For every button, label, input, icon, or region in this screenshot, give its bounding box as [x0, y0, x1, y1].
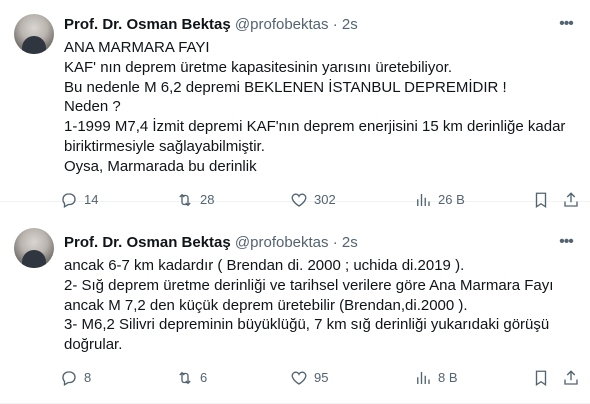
tweet-line: biriktirmesiyle sağlayabilmiştir.	[64, 137, 265, 155]
tweet-header: Prof. Dr. Osman Bektaş @profobektas · 2s	[64, 233, 550, 253]
bookmark-button[interactable]	[532, 368, 550, 388]
like-button[interactable]: 95	[290, 368, 328, 388]
tweet-line: Bu nedenle M 6,2 depremi BEKLENEN İSTANB…	[64, 78, 507, 96]
separator-dot: ·	[332, 234, 338, 251]
author-name[interactable]: Prof. Dr. Osman Bektaş	[64, 16, 231, 33]
tweet-2[interactable]: Prof. Dr. Osman Bektaş @profobektas · 2s…	[0, 202, 590, 404]
separator-dot: ·	[332, 16, 338, 33]
avatar[interactable]	[14, 14, 54, 54]
tweet-line: ancak M 7,2 den küçük deprem üretebilir …	[64, 296, 468, 314]
tweet-line: 3- M6,2 Silivri depreminin büyüklüğü, 7 …	[64, 316, 550, 334]
tweet-1[interactable]: Prof. Dr. Osman Bektaş @profobektas · 2s…	[0, 0, 590, 209]
retweet-icon	[179, 371, 191, 385]
share-icon	[564, 370, 578, 385]
heart-icon	[291, 371, 307, 385]
tweet-line: Oysa, Marmarada bu derinlik	[64, 157, 257, 175]
author-handle[interactable]: @profobektas	[235, 234, 329, 251]
tweet-text: ancak 6-7 km kadardır ( Brendan di. 2000…	[64, 256, 578, 355]
more-options-icon[interactable]: •••	[554, 14, 578, 34]
author-handle[interactable]: @profobektas	[235, 16, 329, 33]
reply-count: 8	[84, 370, 92, 385]
tweet-line: 1-1999 M7,4 İzmit depremi KAF'nın deprem…	[64, 118, 566, 136]
author-name[interactable]: Prof. Dr. Osman Bektaş	[64, 234, 231, 251]
reply-button[interactable]: 8	[60, 368, 91, 388]
views-chart-icon	[417, 372, 430, 384]
bookmark-icon	[535, 370, 547, 387]
reply-icon	[62, 371, 76, 386]
tweet-header: Prof. Dr. Osman Bektaş @profobektas · 2s	[64, 15, 550, 35]
tweet-line: 2- Sığ deprem üretme derinliği ve tarihs…	[64, 276, 554, 294]
timestamp[interactable]: 2s	[342, 16, 358, 33]
tweet-line: ancak 6-7 km kadardır ( Brendan di. 2000…	[64, 257, 465, 274]
timestamp[interactable]: 2s	[342, 234, 358, 251]
views-count: 8 B	[438, 370, 458, 385]
tweet-line: KAF' nın deprem üretme kapasitesinin yar…	[64, 58, 453, 76]
action-bar: 8 6 95 8 B	[60, 368, 580, 388]
share-button[interactable]	[562, 368, 580, 388]
like-count: 95	[314, 370, 329, 385]
retweet-button[interactable]: 6	[176, 368, 207, 388]
tweet-line: ANA MARMARA FAYI	[64, 39, 210, 56]
tweet-line: doğrular.	[64, 336, 123, 354]
tweet-text: ANA MARMARA FAYI KAF' nın deprem üretme …	[64, 38, 578, 177]
more-options-icon[interactable]: •••	[554, 232, 578, 252]
retweet-count: 6	[200, 370, 208, 385]
tweet-line: Neden ?	[64, 98, 121, 116]
views-button[interactable]: 8 B	[414, 368, 458, 388]
avatar[interactable]	[14, 228, 54, 268]
